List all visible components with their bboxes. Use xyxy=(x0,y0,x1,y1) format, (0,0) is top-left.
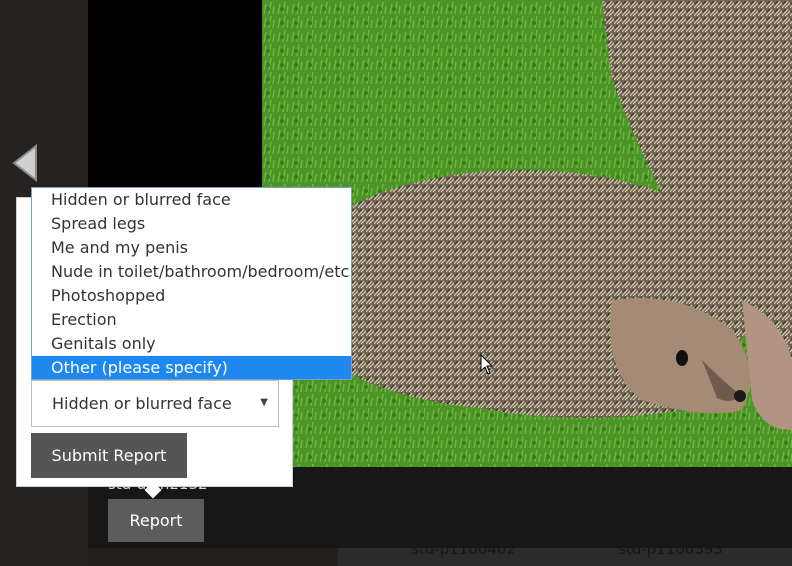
thumbnail-label[interactable]: std-p1100402 xyxy=(411,548,516,558)
chevron-down-icon: ▼ xyxy=(260,397,268,408)
dropdown-option[interactable]: Hidden or blurred face xyxy=(32,188,351,212)
dropdown-option[interactable]: Erection xyxy=(32,308,351,332)
dropdown-option-highlighted[interactable]: Other (please specify) xyxy=(32,356,351,379)
chevron-left-icon[interactable] xyxy=(10,144,40,182)
reason-dropdown-list: Hidden or blurred face Spread legs Me an… xyxy=(31,187,352,380)
dropdown-option[interactable]: Nude in toilet/bathroom/bedroom/etc xyxy=(32,260,351,284)
dropdown-option[interactable]: Spread legs xyxy=(32,212,351,236)
dropdown-option[interactable]: Genitals only xyxy=(32,332,351,356)
report-button[interactable]: Report xyxy=(108,499,204,542)
thumbnail-label[interactable]: std-p1100393 xyxy=(618,548,723,558)
dropdown-option[interactable]: Me and my penis xyxy=(32,236,351,260)
thumbnail-strip: std-p1100402 std-p1100393 xyxy=(338,548,792,566)
reason-select[interactable]: Hidden or blurred face ▼ xyxy=(31,380,279,427)
dropdown-option[interactable]: Photoshopped xyxy=(32,284,351,308)
reason-select-value: Hidden or blurred face xyxy=(52,394,232,413)
submit-report-button[interactable]: Submit Report xyxy=(31,433,187,478)
mouse-cursor-icon xyxy=(480,354,494,375)
